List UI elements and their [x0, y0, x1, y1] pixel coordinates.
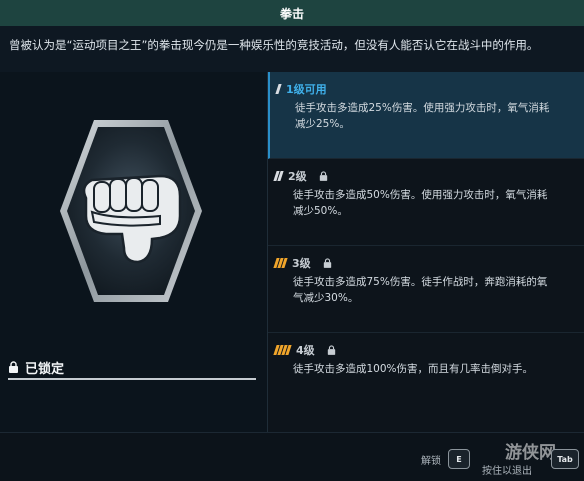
tier-1-description: 徒手攻击多造成25%伤害。使用强力攻击时，氧气消耗 减少25%。 — [295, 102, 550, 130]
unlock-key-button[interactable]: E — [448, 449, 470, 469]
lock-icon — [319, 171, 327, 181]
lock-icon — [327, 345, 335, 355]
watermark-logo: 游侠网 — [505, 443, 556, 463]
tier-4[interactable]: 4级 徒手攻击多造成100%伤害，而且有几率击倒对手。 — [268, 333, 584, 420]
skill-badge-panel: 已锁定 — [0, 72, 268, 432]
locked-progress-bar — [8, 378, 256, 380]
tier-3-description: 徒手攻击多造成75%伤害。徒手作战时，奔跑消耗的氧 气减少30%。 — [293, 276, 548, 304]
tier-2-name: 2级 — [288, 170, 307, 183]
tier-4-rank-icon — [273, 344, 292, 356]
locked-status-label: 已锁定 — [25, 361, 65, 377]
tier-4-name: 4级 — [296, 344, 315, 357]
exit-key-button[interactable]: Tab — [551, 449, 579, 469]
tier-3[interactable]: 3级 徒手攻击多造成75%伤害。徒手作战时，奔跑消耗的氧 气减少30%。 — [268, 246, 584, 333]
tier-2-description: 徒手攻击多造成50%伤害。使用强力攻击时，氧气消耗 减少50%。 — [293, 189, 548, 217]
tier-1[interactable]: 1级可用 徒手攻击多造成25%伤害。使用强力攻击时，氧气消耗 减少25%。 — [268, 72, 584, 159]
window-title: 拳击 — [0, 0, 584, 26]
tier-1-name: 1级可用 — [286, 83, 327, 96]
tier-3-name: 3级 — [292, 257, 311, 270]
tier-2[interactable]: 2级 徒手攻击多造成50%伤害。使用强力攻击时，氧气消耗 减少50%。 — [268, 159, 584, 246]
unlock-label: 解锁 — [421, 456, 441, 467]
tier-3-rank-icon — [273, 257, 288, 269]
tier-1-rank-icon — [275, 83, 282, 95]
boxing-fist-badge-icon — [60, 120, 202, 302]
tier-4-description: 徒手攻击多造成100%伤害，而且有几率击倒对手。 — [293, 363, 534, 375]
skill-description: 曾被认为是“运动项目之王”的拳击现今仍是一种娱乐性的竞技活动，但没有人能否认它在… — [0, 26, 584, 72]
lock-icon — [323, 258, 331, 268]
lock-icon — [9, 361, 18, 373]
tier-list: 1级可用 徒手攻击多造成25%伤害。使用强力攻击时，氧气消耗 减少25%。 2级… — [268, 72, 584, 432]
hold-exit-label: 按住以退出 — [482, 466, 532, 477]
tier-2-rank-icon — [273, 170, 284, 182]
locked-status: 已锁定 — [8, 354, 258, 380]
